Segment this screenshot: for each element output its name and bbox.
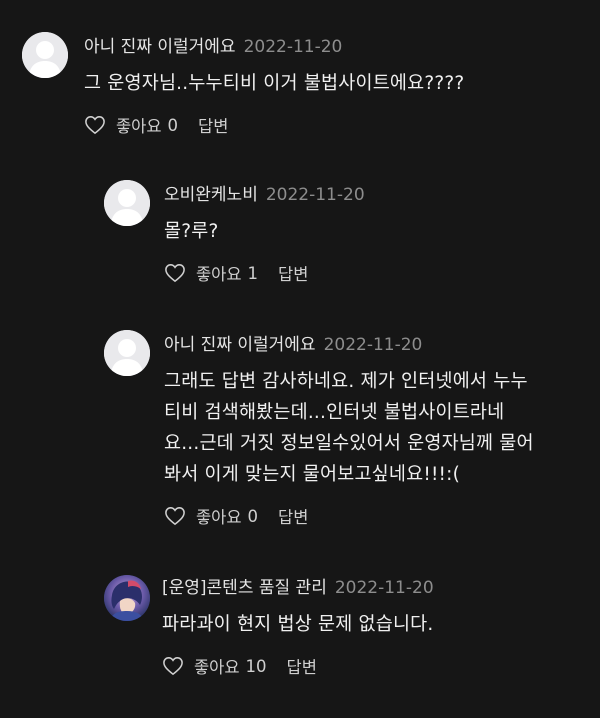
avatar[interactable] xyxy=(104,575,150,621)
comment-actions: 좋아요 0 답변 xyxy=(84,113,584,137)
comment-meta: 아니 진짜 이럴거에요 2022-11-20 xyxy=(164,333,594,357)
reply-button[interactable]: 답변 xyxy=(287,654,317,678)
comment-meta: [운영]콘텐츠 품질 관리 2022-11-20 xyxy=(162,576,592,600)
comment-date: 2022-11-20 xyxy=(323,335,423,355)
like-button[interactable]: 좋아요 0 xyxy=(84,113,178,137)
like-button[interactable]: 좋아요 0 xyxy=(164,504,258,528)
heart-icon xyxy=(165,507,185,526)
user-silhouette-icon xyxy=(22,32,68,78)
like-count: 0 xyxy=(247,506,259,526)
comment-meta: 오비완케노비 2022-11-20 xyxy=(164,183,584,207)
heart-icon xyxy=(163,657,183,676)
comment-date: 2022-11-20 xyxy=(243,37,343,57)
comment-author[interactable]: 오비완케노비 xyxy=(164,185,258,205)
comment-date: 2022-11-20 xyxy=(265,185,365,205)
like-button[interactable]: 좋아요 1 xyxy=(164,261,258,285)
comment-author[interactable]: [운영]콘텐츠 품질 관리 xyxy=(162,578,327,598)
comment-author[interactable]: 아니 진짜 이럴거에요 xyxy=(164,335,316,355)
user-silhouette-icon xyxy=(104,330,150,376)
comment-actions: 좋아요 1 답변 xyxy=(164,261,584,285)
avatar[interactable] xyxy=(104,180,150,226)
like-button[interactable]: 좋아요 10 xyxy=(162,654,267,678)
avatar[interactable] xyxy=(22,32,68,78)
like-label: 좋아요 xyxy=(116,117,162,136)
comment-text: 파라과이 현지 법상 문제 없습니다. xyxy=(162,614,434,635)
reply-button[interactable]: 답변 xyxy=(278,261,308,285)
like-count: 1 xyxy=(247,263,259,283)
heart-icon xyxy=(165,264,185,283)
reply-button[interactable]: 답변 xyxy=(198,113,228,137)
comment-author[interactable]: 아니 진짜 이럴거에요 xyxy=(84,37,236,57)
comment-meta: 아니 진짜 이럴거에요 2022-11-20 xyxy=(84,35,584,59)
comment-actions: 좋아요 0 답변 xyxy=(164,504,594,528)
character-avatar-icon xyxy=(104,575,150,621)
comment-text-line: 요...근데 거짓 정보일수있어서 운영자님께 물어 xyxy=(164,433,534,454)
reply-button[interactable]: 답변 xyxy=(278,504,308,528)
like-count: 10 xyxy=(245,656,267,676)
like-label: 좋아요 xyxy=(196,265,242,284)
avatar[interactable] xyxy=(104,330,150,376)
comment-actions: 좋아요 10 답변 xyxy=(162,654,592,678)
comment-text: 몰?루? xyxy=(164,221,219,242)
comment-text-line: 그래도 답변 감사하네요. 제가 인터넷에서 누누 xyxy=(164,371,528,392)
comment-text-line: 티비 검색해봤는데...인터넷 불법사이트라네 xyxy=(164,402,505,423)
user-silhouette-icon xyxy=(104,180,150,226)
comment-text-line: 봐서 이게 맞는지 물어보고싶네요!!!:( xyxy=(164,464,461,485)
comment-text: 그 운영자님..누누티비 이거 불법사이트에요???? xyxy=(84,73,465,94)
like-label: 좋아요 xyxy=(194,658,240,677)
comment-date: 2022-11-20 xyxy=(334,578,434,598)
like-count: 0 xyxy=(167,115,179,135)
heart-icon xyxy=(85,116,105,135)
comment-text: 그래도 답변 감사하네요. 제가 인터넷에서 누누 티비 검색해봤는데...인터… xyxy=(164,366,594,490)
like-label: 좋아요 xyxy=(196,508,242,527)
